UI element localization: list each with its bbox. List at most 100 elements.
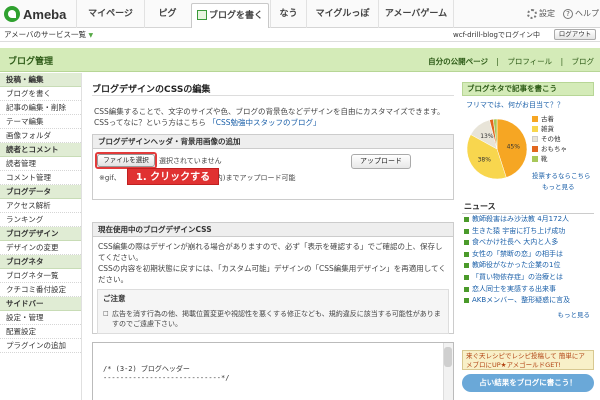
upload-button[interactable]: アップロード	[351, 154, 411, 169]
legend-item: その他	[532, 134, 567, 144]
sidebar-item-theme[interactable]: テーマ編集	[0, 115, 81, 129]
pie-label: 38%	[478, 157, 492, 164]
tab-write-blog-label: ブログを書く	[208, 11, 263, 21]
logo-text: Ameba	[23, 6, 67, 22]
news-item[interactable]: 教師役がなかった企業の1位	[462, 260, 594, 272]
separator: |	[496, 57, 499, 66]
tab-write-blog[interactable]: ブログを書く	[191, 3, 269, 29]
legend-label: 雑貨	[541, 125, 554, 133]
click-callout: 1. クリックする	[127, 168, 219, 185]
css-staff-blog-link[interactable]: 「CSS勉強中スタッフのブログ」	[208, 118, 320, 127]
legend-swatch	[532, 146, 538, 152]
editor-scrollbar[interactable]	[443, 343, 453, 400]
sidebar-item-settings[interactable]: 設定・管理	[0, 311, 81, 325]
poll-pie-chart: 45% 38% 13%	[466, 118, 528, 180]
upload-hint-prefix: ※gif、	[99, 174, 121, 182]
news-item[interactable]: 「買い物依存症」の治療とは	[462, 272, 594, 284]
news-item[interactable]: 生きた猿 宇宙に打ち上げ成功	[462, 226, 594, 238]
sidebar-section-readers: 読者とコメント	[0, 143, 81, 157]
help-icon: ?	[563, 8, 573, 19]
service-bar: アメーバのサービス一覧 ▼ wcf-drill-blogでログイン中 ログアウト	[0, 28, 600, 42]
current-css-heading: 現在使用中のブログデザインCSS	[93, 223, 453, 237]
upload-box: ブログデザインヘッダ・背景用画像の追加 ファイルを選択 選択されていません アッ…	[92, 134, 454, 200]
logout-button[interactable]: ログアウト	[554, 29, 596, 40]
news-item[interactable]: 恋人同士を実感する出来事	[462, 284, 594, 296]
help-label: ヘルプ	[575, 9, 599, 18]
sidebar-section-design: ブログデザイン	[0, 227, 81, 241]
settings-link[interactable]: 設定	[527, 8, 555, 19]
header-links: 自分の公開ページ | プロフィール | ブログ	[422, 56, 594, 67]
profile-link[interactable]: プロフィール	[507, 57, 552, 66]
legend-swatch	[532, 116, 538, 122]
tab-now[interactable]: なう	[270, 0, 306, 28]
vote-link[interactable]: 投票するならこちら	[532, 170, 591, 180]
tab-ameba-game[interactable]: アメーバゲーム	[378, 0, 454, 28]
sidebar-section-sidebar: サイドバー	[0, 297, 81, 311]
sidebar-item-ranking[interactable]: ランキング	[0, 213, 81, 227]
sidebar-item-plugins[interactable]: プラグインの追加	[0, 339, 81, 353]
css-line-1: /* (3-2) ブログヘッダー	[103, 365, 190, 373]
choose-file-button[interactable]: ファイルを選択	[97, 154, 155, 167]
services-menu-label: アメーバのサービス一覧	[4, 30, 87, 39]
sidebar-item-kuchikomi[interactable]: クチコミ番付設定	[0, 283, 81, 297]
chevron-down-icon: ▼	[88, 32, 94, 39]
editor-scroll-thumb[interactable]	[444, 347, 452, 367]
public-page-link[interactable]: 自分の公開ページ	[428, 57, 488, 66]
legend-label: 古着	[541, 115, 554, 123]
sidebar-item-readers[interactable]: 読者管理	[0, 157, 81, 171]
poll-more-link[interactable]: もっと見る	[542, 181, 575, 191]
css-editor-content: /* (3-2) ブログヘッダー -----------------------…	[103, 365, 229, 383]
css-note-2: CSSの内容を初期状態に戻すには、「カスタム可能」デザインの「CSS編集用デザイ…	[98, 264, 446, 284]
gear-icon	[527, 8, 537, 19]
left-sidebar: 投稿・編集 ブログを書く 記事の編集・削除 テーマ編集 画像フォルダ 読者とコメ…	[0, 73, 82, 400]
upload-box-heading: ブログデザインヘッダ・背景用画像の追加	[93, 135, 453, 149]
news-more-link[interactable]: もっと見る	[462, 309, 594, 319]
help-link[interactable]: ? ヘルプ	[563, 8, 599, 19]
intro-question: CSSってなに？という方はこちら	[94, 118, 206, 127]
tab-mypage[interactable]: マイページ	[76, 0, 144, 28]
ameba-logo-icon	[4, 6, 20, 22]
sidebar-item-write[interactable]: ブログを書く	[0, 87, 81, 101]
tab-my-group[interactable]: マイグルっぽ	[306, 0, 378, 28]
sidebar-item-comments[interactable]: コメント管理	[0, 171, 81, 185]
poll-legend: 古着 雑貨 その他 おもちゃ 靴	[532, 114, 567, 164]
poll-chart: 45% 38% 13% 古着 雑貨 その他 おもちゃ 靴 投票するならこちら もっと…	[462, 112, 594, 192]
recipe-banner[interactable]: 来ぐ天レシピでレシピ投稿して 簡単にアメブロにUP★アメゴールドGET!	[462, 350, 594, 370]
legend-label: 靴	[541, 155, 548, 163]
css-note-1: CSS編集の際はデザインが崩れる場合がありますので、必ず「表示を確認する」でご確…	[98, 242, 443, 262]
tab-pigg[interactable]: ピグ	[144, 0, 190, 28]
news-item[interactable]: 教師殺害はみ沙汰教 4月172人	[462, 214, 594, 226]
services-menu[interactable]: アメーバのサービス一覧 ▼	[4, 29, 93, 40]
pie-label: 13%	[480, 133, 494, 140]
news-item[interactable]: 女性の「禁断の恋」の相手は	[462, 249, 594, 261]
fortune-banner[interactable]: 占い結果をブログに書こう！	[462, 374, 594, 392]
sidebar-item-layout[interactable]: 配置設定	[0, 325, 81, 339]
sidebar-item-neta-list[interactable]: ブログネタ一覧	[0, 269, 81, 283]
sidebar-item-images[interactable]: 画像フォルダ	[0, 129, 81, 143]
pie-label: 45%	[507, 143, 521, 150]
sidebar-section-neta: ブログネタ	[0, 255, 81, 269]
legend-item: おもちゃ	[532, 144, 567, 154]
sidebar-item-edit-articles[interactable]: 記事の編集・削除	[0, 101, 81, 115]
css-editor[interactable]: /* (3-2) ブログヘッダー -----------------------…	[92, 342, 454, 400]
news-item[interactable]: AKBメンバー、整形疑惑に言及	[462, 295, 594, 307]
blog-link[interactable]: ブログ	[572, 57, 595, 66]
legend-swatch	[532, 156, 538, 162]
sidebar-item-access[interactable]: アクセス解析	[0, 199, 81, 213]
news-item[interactable]: 食べかけ社長へ 大内と人多	[462, 237, 594, 249]
legend-swatch	[532, 126, 538, 132]
sidebar-section-data: ブログデータ	[0, 185, 81, 199]
news-title: ニュース	[462, 200, 594, 214]
blog-admin-header: ブログ管理 自分の公開ページ | プロフィール | ブログ	[0, 48, 600, 72]
current-css-box: 現在使用中のブログデザインCSS CSS編集の際はデザインが崩れる場合があります…	[92, 222, 454, 334]
poll-question[interactable]: フリマでは、何がお目当て？？	[466, 100, 594, 110]
notice-box: ご注意 広告を消す行為の他、掲載位置変更や視認性を悪くする修正なども、規約違反に…	[97, 289, 449, 334]
notice-title: ご注意	[103, 294, 126, 303]
ameba-logo[interactable]: Ameba	[4, 5, 66, 23]
main-title: ブログデザインのCSSの編集	[92, 82, 454, 96]
page-title: ブログ管理	[8, 57, 54, 67]
sidebar-item-design-change[interactable]: デザインの変更	[0, 241, 81, 255]
login-status: wcf-drill-blogでログイン中	[453, 31, 540, 39]
legend-item: 靴	[532, 154, 567, 164]
legend-label: おもちゃ	[541, 145, 567, 153]
